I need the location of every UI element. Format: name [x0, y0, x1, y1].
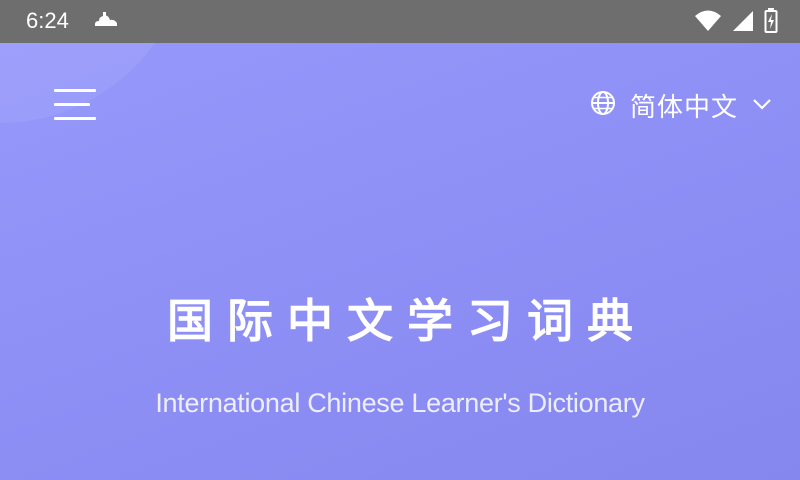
battery-icon: [764, 8, 778, 38]
language-selector[interactable]: 简体中文: [590, 87, 772, 123]
app-screen: 6:24 简体中文 国际中文学习词典 International Chinese…: [0, 0, 800, 480]
status-bar: 6:24: [0, 0, 800, 43]
status-time: 6:24: [26, 8, 69, 33]
wifi-icon: [694, 9, 722, 37]
globe-icon: [590, 90, 616, 120]
status-icons: [694, 8, 778, 38]
cloud-notification-icon: [92, 10, 120, 34]
chevron-down-icon: [752, 96, 772, 115]
menu-button[interactable]: [52, 87, 98, 123]
app-subtitle: International Chinese Learner's Dictiona…: [155, 388, 645, 418]
language-label: 简体中文: [629, 92, 738, 123]
signal-icon: [732, 9, 754, 37]
app-title: 国际中文学习词典: [167, 294, 647, 348]
hero-banner: 简体中文 国际中文学习词典 International Chinese Lear…: [0, 43, 800, 480]
